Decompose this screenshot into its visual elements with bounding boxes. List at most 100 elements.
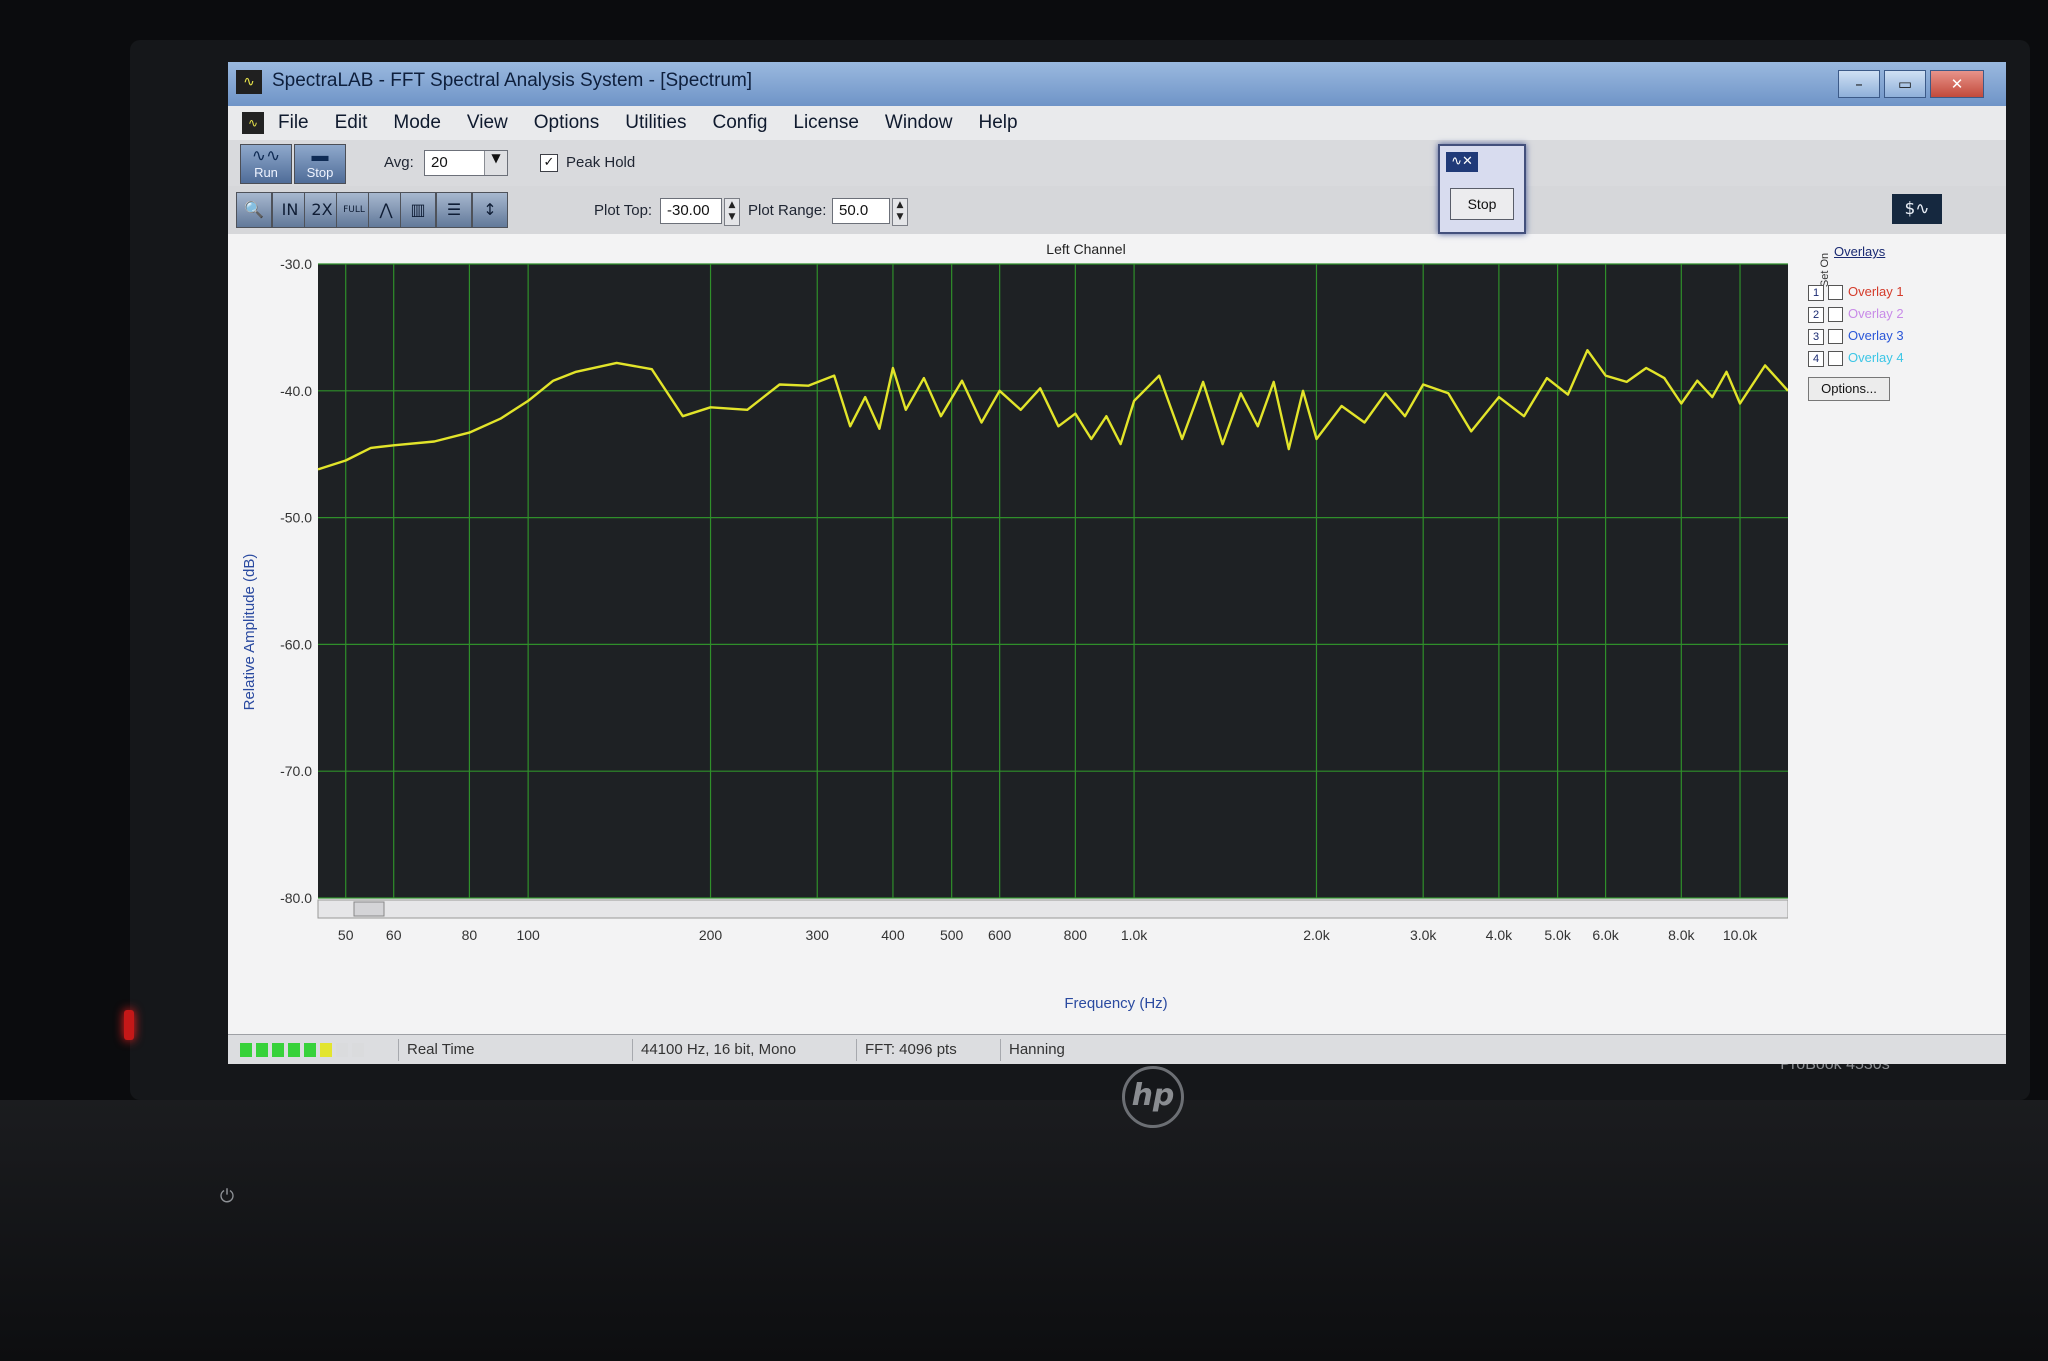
avg-select[interactable]: 20 ▼ xyxy=(424,150,508,176)
overlay-label: Overlay 3 xyxy=(1848,328,1904,343)
overlay-checkbox[interactable] xyxy=(1828,351,1843,366)
window-controls: – ▭ ✕ xyxy=(1838,70,1984,98)
overlay-checkbox[interactable] xyxy=(1828,307,1843,322)
overlay-label: Overlay 1 xyxy=(1848,284,1904,299)
overlay-checkbox[interactable] xyxy=(1828,285,1843,300)
out-2x-icon[interactable]: 2X xyxy=(304,192,340,228)
peak-hold-label: Peak Hold xyxy=(566,154,636,171)
plot-range-spinner[interactable]: ▲ ▼ xyxy=(892,198,908,226)
overlays-title[interactable]: Overlays xyxy=(1834,244,1918,259)
plot-top-value: -30.00 xyxy=(667,202,710,219)
meter-segment xyxy=(240,1043,252,1057)
hp-logo: hp xyxy=(1122,1066,1184,1128)
window-title: SpectraLAB - FFT Spectral Analysis Syste… xyxy=(272,70,753,91)
plot-toolbar: 🔍 IN 2X FULL ⋀ ▥ ☰ ↕ Plot Top: -30.00 ▲ ▼ Plot R… xyxy=(228,186,2006,235)
x-tick-label: 8.0k xyxy=(1668,927,1695,943)
menu-edit[interactable]: Edit xyxy=(335,112,368,134)
scrollbar-thumb xyxy=(353,901,385,917)
x-tick-label: 80 xyxy=(462,927,478,943)
waveform-icon: ∿∿ xyxy=(251,146,281,165)
plot-range-label: Plot Range: xyxy=(748,202,827,219)
x-tick-label: 300 xyxy=(806,927,830,943)
x-tick-label: 500 xyxy=(940,927,964,943)
signal-generator-icon[interactable]: $∿ xyxy=(1892,194,1942,224)
x-tick-label: 3.0k xyxy=(1410,927,1437,943)
plot-top-label: Plot Top: xyxy=(594,202,653,219)
menu-view[interactable]: View xyxy=(467,112,508,134)
plot-range-input[interactable]: 50.0 xyxy=(832,198,890,224)
main-toolbar: ∿∿ Run ▬ Stop Avg: 20 ▼ ✓ Peak Hold xyxy=(228,140,2006,187)
overlay-set-button[interactable]: 3 xyxy=(1808,329,1824,345)
y-tick-label: -40.0 xyxy=(280,383,312,399)
x-tick-label: 2.0k xyxy=(1303,927,1330,943)
menu-window[interactable]: Window xyxy=(885,112,953,134)
y-tick-label: -70.0 xyxy=(280,763,312,779)
avg-value: 20 xyxy=(431,154,448,171)
menu-file[interactable]: File xyxy=(278,112,309,134)
zoom-icon[interactable]: 🔍 xyxy=(236,192,272,228)
run-button[interactable]: ∿∿ Run xyxy=(240,144,292,184)
power-icon[interactable]: ⏻ xyxy=(216,1186,238,1208)
stop-icon: ▬ xyxy=(311,146,329,165)
x-tick-label: 50 xyxy=(338,927,354,943)
y-tick-label: -80.0 xyxy=(280,890,312,906)
float-stop-button[interactable]: Stop xyxy=(1450,188,1514,220)
overlay-set-button[interactable]: 4 xyxy=(1808,351,1824,367)
table-icon[interactable]: ☰ xyxy=(436,192,472,228)
line-plot-icon[interactable]: ⋀ xyxy=(368,192,404,228)
peak-hold-checkbox[interactable]: ✓ xyxy=(540,154,558,172)
meter-segment xyxy=(336,1043,348,1057)
out-full-icon[interactable]: FULL xyxy=(336,192,372,228)
x-tick-label: 10.0k xyxy=(1723,927,1758,943)
meter-segment xyxy=(304,1043,316,1057)
overlay-row: 4 Overlay 4 xyxy=(1808,349,1918,369)
spectrum-chart: Left Channel Relative Amplitude (dB) Fre… xyxy=(241,241,1788,1012)
overlay-checkbox[interactable] xyxy=(1828,329,1843,344)
x-tick-label: 1.0k xyxy=(1121,927,1148,943)
app-icon: ∿ xyxy=(236,70,262,94)
menu-help[interactable]: Help xyxy=(978,112,1017,134)
overlay-row: 2 Overlay 2 xyxy=(1808,305,1918,325)
menu-utilities[interactable]: Utilities xyxy=(625,112,686,134)
x-tick-label: 60 xyxy=(386,927,402,943)
status-mode: Real Time xyxy=(398,1039,637,1061)
title-bar[interactable]: ∿ SpectraLAB - FFT Spectral Analysis Sys… xyxy=(228,62,2006,106)
status-format: 44100 Hz, 16 bit, Mono xyxy=(632,1039,861,1061)
x-tick-label: 5.0k xyxy=(1544,927,1571,943)
y-tick-label: -50.0 xyxy=(280,510,312,526)
minimize-button[interactable]: – xyxy=(1838,70,1880,98)
overlay-set-button[interactable]: 2 xyxy=(1808,307,1824,323)
plot-background xyxy=(318,264,1788,898)
menu-license[interactable]: License xyxy=(793,112,859,134)
meter-segment xyxy=(256,1043,268,1057)
in-2x-icon[interactable]: IN xyxy=(272,192,308,228)
avg-label: Avg: xyxy=(384,154,414,171)
x-tick-label: 600 xyxy=(988,927,1012,943)
y-tick-label: -30.0 xyxy=(280,256,312,272)
document-icon[interactable]: ∿ xyxy=(242,112,264,134)
menu-options[interactable]: Options xyxy=(534,112,599,134)
x-axis-label: Frequency (Hz) xyxy=(1064,995,1167,1012)
close-button[interactable]: ✕ xyxy=(1930,70,1984,98)
bar-plot-icon[interactable]: ▥ xyxy=(400,192,436,228)
plot-top-spinner[interactable]: ▲ ▼ xyxy=(724,198,740,226)
overlay-row: 3 Overlay 3 xyxy=(1808,327,1918,347)
overlay-label: Overlay 2 xyxy=(1848,306,1904,321)
menu-config[interactable]: Config xyxy=(712,112,767,134)
x-tick-label: 6.0k xyxy=(1592,927,1619,943)
y-axis-label: Relative Amplitude (dB) xyxy=(241,554,258,711)
x-tick-label: 400 xyxy=(881,927,905,943)
status-led xyxy=(124,1010,134,1040)
chevron-down-icon[interactable]: ▼ xyxy=(484,151,507,175)
overlay-options-button[interactable]: Options... xyxy=(1808,377,1890,401)
maximize-button[interactable]: ▭ xyxy=(1884,70,1926,98)
menu-items: File Edit Mode View Options Utilities Co… xyxy=(278,106,1018,140)
cursor-icon[interactable]: ↕ xyxy=(472,192,508,228)
stop-button[interactable]: ▬ Stop xyxy=(294,144,346,184)
plot-area: Left Channel Relative Amplitude (dB) Fre… xyxy=(228,234,2006,1034)
menu-mode[interactable]: Mode xyxy=(393,112,441,134)
plot-top-input[interactable]: -30.00 xyxy=(660,198,722,224)
y-tick-label: -60.0 xyxy=(280,636,312,652)
overlay-set-button[interactable]: 1 xyxy=(1808,285,1824,301)
x-tick-label: 800 xyxy=(1064,927,1088,943)
